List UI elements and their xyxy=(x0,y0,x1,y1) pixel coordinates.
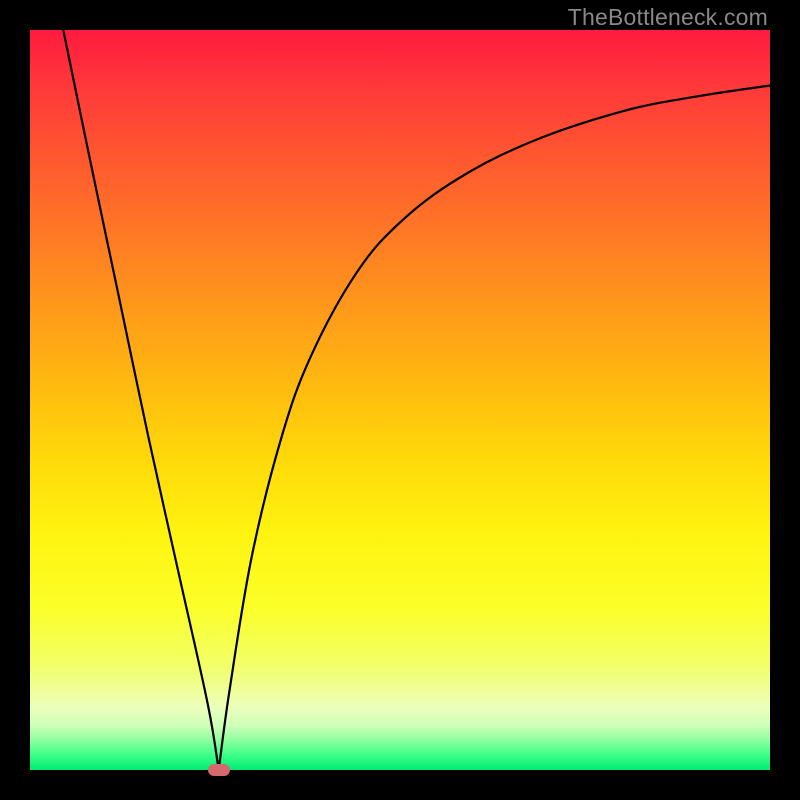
curve-group xyxy=(63,30,770,770)
watermark-text: TheBottleneck.com xyxy=(568,4,768,31)
bottleneck-marker xyxy=(208,764,230,776)
right-branch-curve xyxy=(219,86,770,771)
left-branch-curve xyxy=(63,30,218,770)
curve-svg xyxy=(30,30,770,770)
chart-container: TheBottleneck.com xyxy=(0,0,800,800)
plot-area xyxy=(30,30,770,770)
